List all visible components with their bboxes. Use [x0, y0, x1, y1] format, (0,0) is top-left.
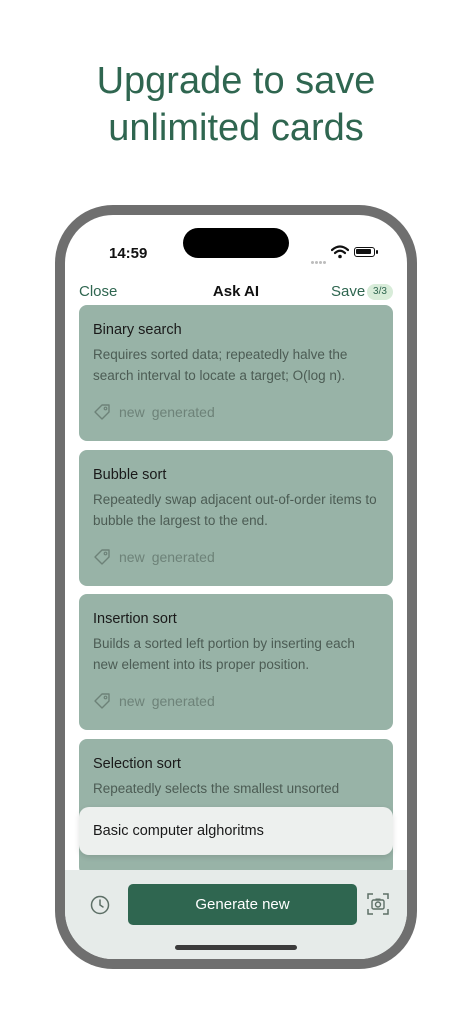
camera-icon[interactable]	[366, 892, 390, 916]
card-title: Selection sort	[93, 756, 181, 772]
card-tags: new generated	[93, 403, 222, 421]
card-bubble-sort[interactable]: Bubble sort Repeatedly swap adjacent out…	[79, 450, 393, 586]
home-indicator	[175, 945, 297, 950]
headline-line-2: unlimited cards	[108, 107, 364, 149]
tag-new: new	[119, 693, 145, 709]
tag-new: new	[119, 549, 145, 565]
tag-generated: generated	[151, 693, 215, 709]
tag-icon	[94, 693, 110, 709]
card-binary-search[interactable]: Binary search Requires sorted data; repe…	[79, 305, 393, 441]
tag-icon	[94, 404, 110, 420]
card-title: Insertion sort	[93, 611, 177, 627]
battery-tip	[376, 250, 378, 254]
card-tags: new generated	[93, 548, 222, 566]
prompt-input[interactable]: Basic computer alghoritms	[79, 807, 393, 855]
wifi-icon	[331, 245, 349, 259]
phone-screen: 14:59 Ask AI Close Save 3/3 Binary searc…	[65, 215, 407, 959]
tag-generated: generated	[151, 549, 215, 565]
tag-new: new	[119, 404, 145, 420]
card-tags: new generated	[93, 692, 222, 710]
card-insertion-sort[interactable]: Insertion sort Builds a sorted left port…	[79, 594, 393, 730]
close-button[interactable]: Close	[79, 283, 117, 300]
save-count-badge: 3/3	[367, 284, 393, 300]
tag-generated: generated	[151, 404, 215, 420]
save-button[interactable]: Save	[331, 283, 365, 300]
card-body: Repeatedly swap adjacent out-of-order it…	[93, 492, 377, 528]
card-title: Bubble sort	[93, 467, 167, 483]
headline-line-1: Upgrade to save	[96, 60, 376, 102]
card-body: Builds a sorted left portion by insertin…	[93, 636, 355, 672]
card-title: Binary search	[93, 322, 182, 338]
dynamic-island	[183, 228, 289, 258]
phone-frame: 14:59 Ask AI Close Save 3/3 Binary searc…	[55, 205, 417, 969]
clock-icon[interactable]	[89, 894, 111, 916]
battery-icon	[354, 247, 375, 257]
signal-icon	[311, 251, 329, 264]
status-time: 14:59	[109, 245, 148, 262]
card-body: Requires sorted data; repeatedly halve t…	[93, 347, 348, 383]
card-body: Repeatedly selects the smallest unsorted	[93, 781, 340, 796]
generate-new-button[interactable]: Generate new	[128, 884, 357, 925]
tag-icon	[94, 549, 110, 565]
upgrade-headline: Upgrade to save unlimited cards	[0, 58, 472, 152]
